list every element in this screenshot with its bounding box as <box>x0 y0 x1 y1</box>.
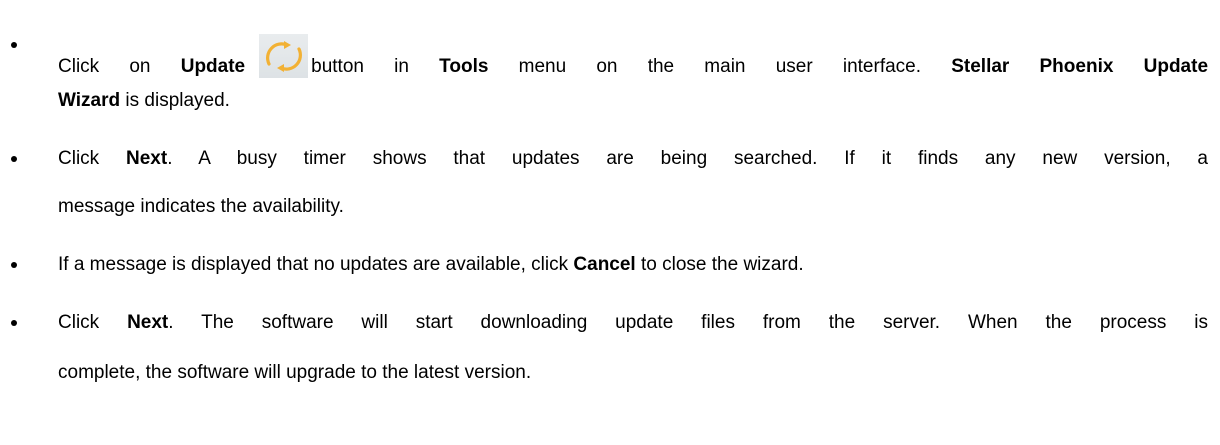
step-2-text: Click <box>58 148 126 169</box>
step-4-text: complete, the software will upgrade to t… <box>58 362 532 383</box>
step-2-text: . A busy timer shows that updates are be… <box>167 148 1208 169</box>
next-term: Next <box>126 148 168 169</box>
step-3-text: to close the wizard. <box>635 254 804 275</box>
cancel-term: Cancel <box>573 254 636 275</box>
wizard-term: Wizard <box>58 90 121 111</box>
step-1-text: is displayed. <box>120 90 230 111</box>
next-term: Next <box>127 312 169 333</box>
step-4-line-1: Click Next. The software will start down… <box>58 312 1208 334</box>
bullet-dot-icon <box>11 156 17 162</box>
step-1-line-2: Wizard is displayed. <box>58 90 1220 112</box>
bullet-dot-icon <box>11 320 17 326</box>
step-3-line-1: If a message is displayed that no update… <box>58 254 1220 276</box>
step-1-text: Click on <box>58 56 181 77</box>
step-4-text: . The software will start downloading up… <box>168 312 1208 333</box>
step-2-line-2: message indicates the availability. <box>58 196 1220 218</box>
bullet-dot-icon <box>11 262 17 268</box>
step-4-text: Click <box>58 312 128 333</box>
update-circular-arrows-icon <box>259 34 309 78</box>
tools-term: Tools <box>439 56 489 77</box>
step-2-line-1: Click Next. A busy timer shows that upda… <box>58 148 1208 170</box>
step-3-text: If a message is displayed that no update… <box>58 254 574 275</box>
step-4-line-2: complete, the software will upgrade to t… <box>58 362 1220 384</box>
step-1-text: button in <box>311 56 440 77</box>
step-1-line-1: Click on Update button in Tools menu on … <box>58 34 1208 78</box>
update-term: Update <box>180 56 246 77</box>
bullet-dot-icon <box>11 42 17 48</box>
step-1-text: menu on the main user interface. <box>488 56 952 77</box>
document-page: Click on Update button in Tools menu on … <box>0 0 1220 445</box>
wizard-name-term: Stellar Phoenix Update <box>951 56 1209 77</box>
step-2-text: message indicates the availability. <box>58 196 344 217</box>
